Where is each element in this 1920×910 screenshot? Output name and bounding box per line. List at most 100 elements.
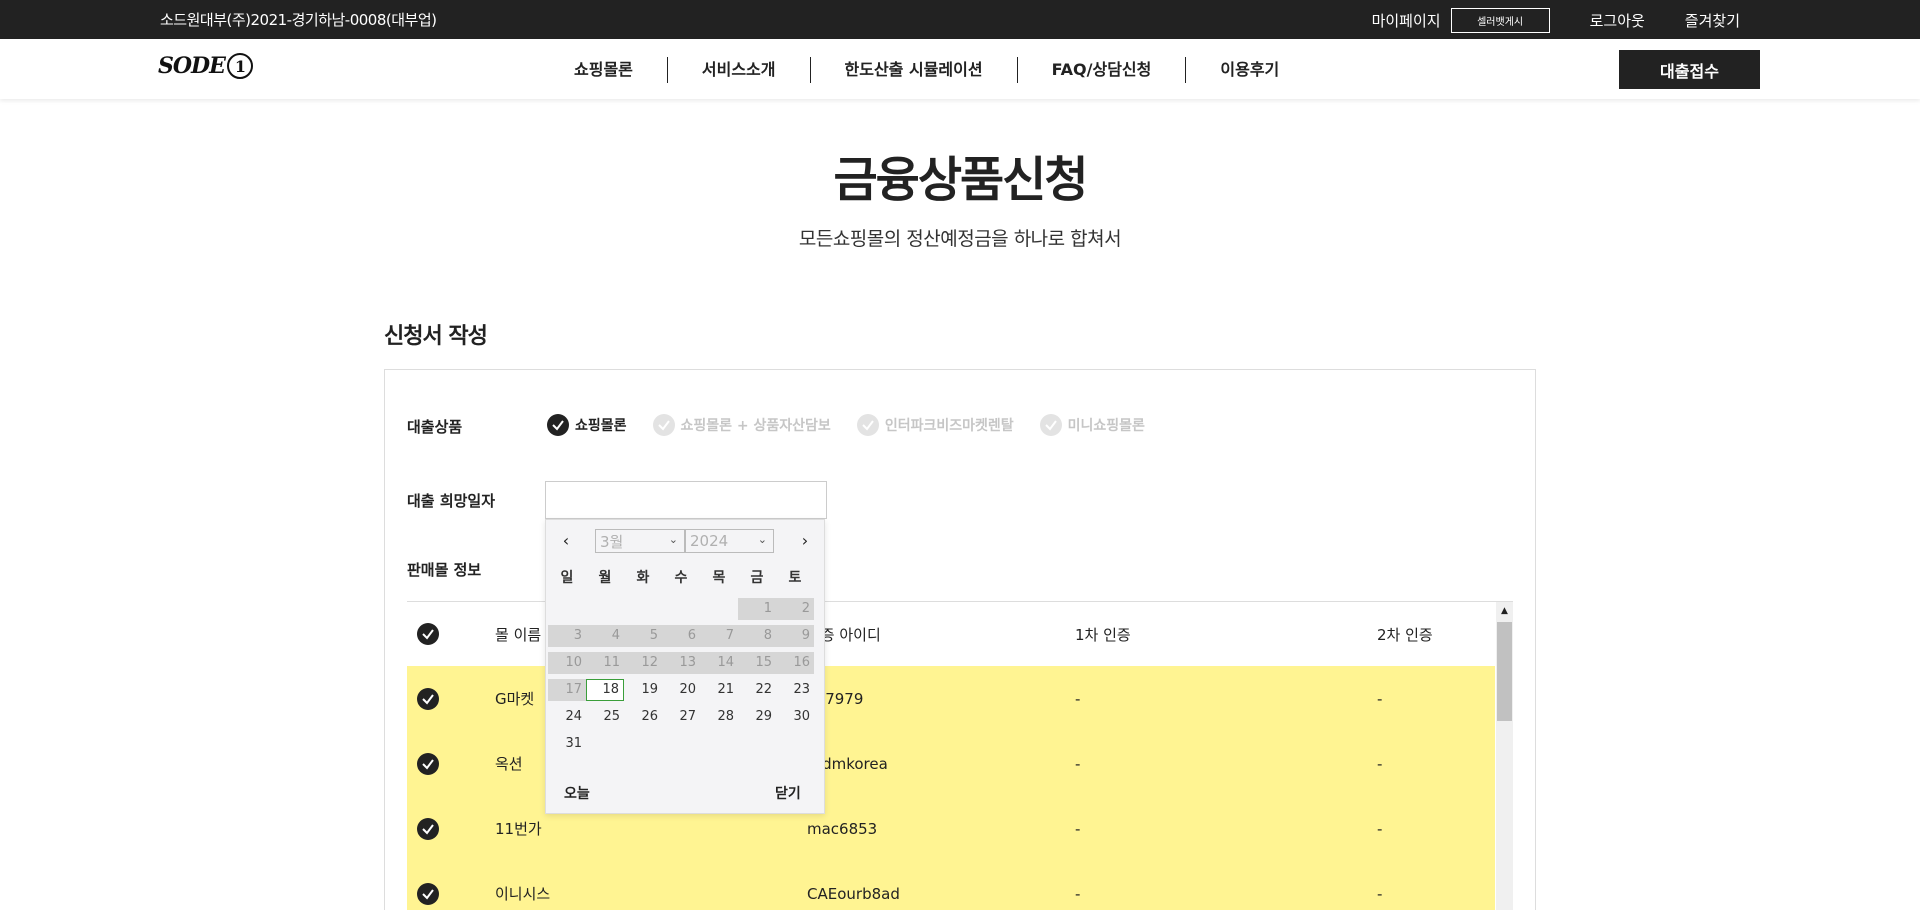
desired-date-input[interactable]	[545, 481, 827, 519]
check-icon	[652, 414, 675, 436]
calendar-day[interactable]: 25	[586, 706, 624, 728]
mypage-link[interactable]: 마이페이지	[1372, 10, 1441, 31]
product-option-label: 쇼핑몰론	[575, 418, 627, 434]
auth2-status: -	[1377, 884, 1383, 903]
auth1-status: -	[1075, 884, 1081, 903]
auth2-status: -	[1377, 819, 1383, 838]
table-scrollbar[interactable]: ▲	[1496, 602, 1513, 910]
calendar-day: 11	[586, 652, 624, 674]
weekday-label: 수	[674, 570, 688, 586]
mall-name: 이니시스	[495, 885, 551, 903]
calendar-day: 4	[586, 625, 624, 647]
calendar-day[interactable]: 23	[776, 679, 814, 701]
calendar-day: 5	[624, 625, 662, 647]
calendar-day[interactable]: 18	[586, 679, 624, 701]
product-option-interpark-rental[interactable]: 인터파크비즈마켓렌탈	[856, 414, 1014, 436]
month-select[interactable]: 3월 ⌄	[595, 529, 685, 553]
auth-id: mac6853	[807, 819, 878, 838]
row-checkbox[interactable]	[417, 817, 439, 840]
check-icon	[547, 414, 569, 436]
calendar-day: 1	[738, 598, 776, 620]
logo-number: 1	[226, 53, 253, 79]
calendar-day: 13	[662, 652, 700, 674]
scroll-up-arrow-icon[interactable]: ▲	[1496, 602, 1513, 619]
row-checkbox[interactable]	[417, 882, 439, 905]
calendar-day[interactable]: 24	[548, 706, 586, 728]
calendar-day: 2	[776, 598, 814, 620]
top-links: 마이페이지 셀러뱃게시 로그아웃 즐겨찾기	[1372, 8, 1740, 33]
scroll-thumb[interactable]	[1497, 622, 1512, 721]
calendar-day: 3	[548, 625, 586, 647]
page-subtitle: 모든쇼핑몰의 정산예정금을 하나로 합쳐서	[798, 228, 1122, 250]
nav-service-intro[interactable]: 서비스소개	[666, 57, 810, 83]
calendar-day[interactable]: 29	[738, 706, 776, 728]
weekday-label: 토	[788, 570, 802, 586]
auth2-status: -	[1377, 689, 1383, 708]
product-option-shopping-loan[interactable]: 쇼핑몰론	[547, 414, 627, 436]
column-header-auth1: 1차 인증	[1075, 625, 1131, 644]
product-option-label: 쇼핑몰론 + 상품자산담보	[680, 418, 831, 434]
calendar-day[interactable]: 27	[662, 706, 700, 728]
desired-date-label: 대출 희망일자	[407, 492, 496, 510]
weekday-label: 일	[560, 570, 574, 586]
month-select-value: 3월	[600, 532, 624, 551]
calendar-day: 7	[700, 625, 738, 647]
chevron-down-icon: ⌄	[668, 533, 678, 546]
main-header: SODE 1 쇼핑몰론 서비스소개 한도산출 시뮬레이션 FAQ/상담신청 이용…	[0, 39, 1920, 99]
loan-apply-button[interactable]: 대출접수	[1619, 50, 1760, 89]
close-button[interactable]: 닫기	[775, 783, 801, 803]
section-title: 신청서 작성	[384, 324, 488, 349]
top-bar: 소드원대부(주)2021-경기하남-0008(대부업) 마이페이지 셀러뱃게시 …	[0, 0, 1920, 39]
logout-link[interactable]: 로그아웃	[1590, 10, 1645, 31]
product-label: 대출상품	[407, 418, 463, 436]
calendar-day[interactable]: 31	[548, 733, 586, 755]
product-option-label: 인터파크비즈마켓렌탈	[884, 418, 1014, 434]
weekday-label: 금	[750, 570, 764, 586]
main-nav: 쇼핑몰론 서비스소개 한도산출 시뮬레이션 FAQ/상담신청 이용후기	[540, 57, 1313, 83]
weekday-label: 월	[598, 570, 612, 586]
company-registration: 소드원대부(주)2021-경기하남-0008(대부업)	[160, 11, 437, 29]
auth1-status: -	[1075, 754, 1081, 773]
nav-reviews[interactable]: 이용후기	[1185, 57, 1313, 83]
logo-text: SODE	[158, 53, 226, 79]
nav-faq[interactable]: FAQ/상담신청	[1016, 57, 1186, 83]
auth-id: CAEourb8ad	[807, 884, 900, 903]
select-all-checkbox[interactable]	[417, 623, 439, 645]
mall-info-label: 판매몰 정보	[407, 561, 482, 579]
sodeone-logo[interactable]: SODE 1	[158, 53, 253, 79]
check-icon	[1039, 414, 1062, 436]
mall-name: G마켓	[495, 690, 535, 708]
seller-button[interactable]: 셀러뱃게시	[1450, 8, 1550, 33]
calendar-day[interactable]: 26	[624, 706, 662, 728]
datepicker-popup: ‹ 3월 ⌄ 2024 ⌄ › 일 월 화 수 목 금 토 1 2 3 4 5 6 7 8 9 10 11 12 13 14…	[545, 519, 825, 814]
product-option-mini-shopping-loan[interactable]: 미니쇼핑몰론	[1039, 414, 1145, 436]
today-button[interactable]: 오늘	[564, 783, 590, 803]
calendar-day: 16	[776, 652, 814, 674]
nav-limit-simulation[interactable]: 한도산출 시뮬레이션	[809, 57, 1017, 83]
bookmark-link[interactable]: 즐겨찾기	[1685, 10, 1740, 31]
calendar-day[interactable]: 19	[624, 679, 662, 701]
row-checkbox[interactable]	[417, 687, 439, 710]
mall-name: 옥션	[495, 755, 523, 773]
calendar-day[interactable]: 28	[700, 706, 738, 728]
prev-month-chevron-icon[interactable]: ‹	[556, 530, 576, 550]
auth1-status: -	[1075, 819, 1081, 838]
calendar-day[interactable]: 30	[776, 706, 814, 728]
table-row[interactable]: 이니시스 CAEourb8ad - -	[407, 861, 1495, 910]
calendar-day[interactable]: 22	[738, 679, 776, 701]
calendar-day: 10	[548, 652, 586, 674]
nav-shopping-loan[interactable]: 쇼핑몰론	[540, 57, 667, 83]
calendar-day[interactable]: 21	[700, 679, 738, 701]
weekday-label: 화	[636, 570, 650, 586]
check-icon	[856, 414, 879, 436]
column-header-auth2: 2차 인증	[1377, 625, 1433, 644]
calendar-day: 12	[624, 652, 662, 674]
calendar-day: 17	[548, 679, 586, 701]
product-option-label: 미니쇼핑몰론	[1067, 418, 1145, 434]
page-title: 금융상품신청	[833, 152, 1089, 208]
row-checkbox[interactable]	[417, 752, 439, 775]
calendar-day[interactable]: 20	[662, 679, 700, 701]
year-select[interactable]: 2024 ⌄	[685, 529, 774, 553]
next-month-chevron-icon[interactable]: ›	[795, 530, 815, 550]
product-option-shopping-loan-asset[interactable]: 쇼핑몰론 + 상품자산담보	[652, 414, 831, 436]
